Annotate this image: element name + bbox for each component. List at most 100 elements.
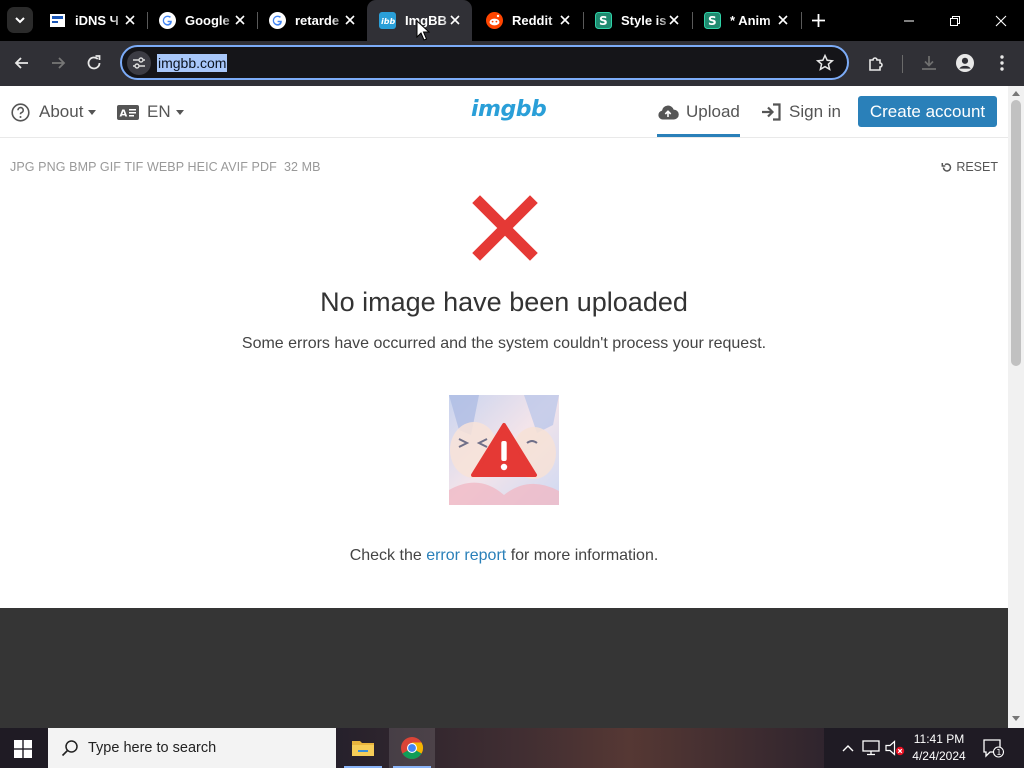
upload-link[interactable]: Upload	[657, 100, 740, 124]
url-text[interactable]: imgbb.com	[157, 54, 228, 72]
svg-text:ibb: ibb	[381, 17, 395, 26]
page-footer	[0, 608, 1008, 728]
tune-icon	[133, 57, 145, 69]
new-tab-plus-icon[interactable]	[810, 12, 827, 29]
svg-text:S: S	[599, 14, 608, 28]
tab-title: retarde	[295, 12, 349, 29]
search-icon	[61, 740, 78, 757]
check-suffix: for more information.	[510, 547, 659, 564]
browser-tab[interactable]: Google	[147, 0, 257, 41]
idns-favicon	[50, 14, 65, 27]
chevron-up-icon	[842, 745, 854, 752]
show-hidden-icons-button[interactable]	[838, 728, 858, 768]
scroll-up-arrow-icon[interactable]	[1012, 91, 1020, 96]
error-message: Some errors have occurred and the system…	[241, 335, 767, 352]
browser-tab[interactable]: iDNS Ч	[37, 0, 147, 41]
scrollbar-thumb[interactable]	[1011, 100, 1021, 366]
imgbb-favicon: ibb	[379, 12, 396, 29]
browser-tab[interactable]: retarde	[257, 0, 367, 41]
mouse-cursor-icon	[416, 20, 430, 41]
supported-formats: JPG PNG BMP GIF TIF WEBP HEIC AVIF PDF 3…	[10, 160, 321, 174]
caret-down-icon	[88, 109, 97, 115]
volume-button[interactable]	[884, 728, 906, 768]
extensions-puzzle-icon[interactable]	[866, 53, 886, 73]
about-label: About	[39, 102, 84, 121]
close-icon[interactable]	[558, 13, 572, 27]
site-info-button[interactable]	[127, 51, 151, 75]
back-arrow-icon[interactable]	[12, 53, 32, 73]
google-favicon	[159, 12, 176, 29]
language-label: EN	[147, 102, 171, 121]
close-icon[interactable]	[343, 13, 357, 27]
browser-tab[interactable]: S Style is	[583, 0, 691, 41]
profile-avatar-icon[interactable]	[955, 53, 975, 73]
bookmark-star-icon[interactable]	[815, 53, 835, 73]
caret-down-icon	[175, 109, 184, 115]
close-icon[interactable]	[667, 13, 681, 27]
network-monitor-icon	[862, 740, 880, 756]
chrome-icon	[401, 737, 423, 759]
error-cross-icon	[472, 195, 538, 261]
scroll-down-arrow-icon[interactable]	[1012, 716, 1020, 721]
browser-tab[interactable]: S * Anim	[692, 0, 800, 41]
minimize-icon	[904, 20, 914, 21]
taskbar-app-chrome[interactable]	[389, 728, 435, 768]
sign-in-icon	[762, 103, 781, 121]
file-explorer-icon	[352, 741, 374, 756]
page-scrollbar[interactable]	[1008, 86, 1024, 728]
close-icon[interactable]	[776, 13, 790, 27]
reset-label: RESET	[956, 160, 998, 174]
search-placeholder: Type here to search	[88, 740, 217, 756]
chevron-down-icon	[15, 17, 25, 24]
restore-button[interactable]	[932, 0, 978, 41]
active-nav-indicator	[657, 134, 740, 137]
close-icon[interactable]	[123, 13, 137, 27]
toolbar-divider	[902, 55, 903, 73]
windows-taskbar: Type here to search 11:41 PM 4/24/2024 1	[0, 728, 1024, 768]
reload-icon[interactable]	[84, 53, 104, 73]
more-menu-icon[interactable]	[992, 53, 1012, 73]
browser-tab[interactable]: Reddit	[474, 0, 582, 41]
download-icon[interactable]	[919, 53, 939, 73]
language-menu[interactable]: A EN	[117, 101, 184, 123]
taskbar-app-file-explorer[interactable]	[340, 728, 386, 768]
notification-center-button[interactable]: 1	[980, 728, 1006, 768]
site-top-nav: About A EN imgbb Upload Sign in Create a…	[0, 86, 1008, 138]
reset-button[interactable]: RESET	[941, 160, 998, 174]
browser-tab-strip: iDNS Ч Google retarde ibb ImgBB Reddit S…	[0, 0, 1024, 41]
close-icon	[995, 15, 1007, 26]
error-title: No image have been uploaded	[320, 287, 688, 317]
reddit-favicon	[486, 12, 503, 29]
close-window-button[interactable]	[978, 0, 1024, 41]
imgbb-logo[interactable]: imgbb	[471, 97, 547, 122]
close-icon[interactable]	[233, 13, 247, 27]
forward-arrow-icon[interactable]	[48, 53, 68, 73]
network-status-button[interactable]	[860, 728, 882, 768]
sign-in-link[interactable]: Sign in	[761, 100, 841, 124]
tab-search-button[interactable]	[7, 7, 33, 33]
windows-start-icon[interactable]	[14, 740, 32, 758]
clock-time: 11:41 PM	[913, 732, 965, 746]
format-list: JPG PNG BMP GIF TIF WEBP HEIC AVIF PDF	[10, 160, 277, 174]
stylus-favicon: S	[595, 12, 612, 29]
svg-text:A: A	[120, 108, 128, 119]
create-account-button[interactable]: Create account	[858, 96, 997, 127]
taskbar-clock[interactable]: 11:41 PM 4/24/2024	[906, 731, 972, 765]
help-circle-icon	[11, 102, 30, 122]
minimize-button[interactable]	[886, 0, 932, 41]
about-menu[interactable]: About	[11, 101, 97, 123]
stylus-favicon: S	[704, 12, 721, 29]
error-report-link[interactable]: error report	[426, 547, 506, 564]
tab-title: Google	[185, 12, 239, 29]
notification-count: 1	[996, 748, 1001, 757]
address-bar[interactable]: imgbb.com	[120, 45, 849, 80]
page-content: About A EN imgbb Upload Sign in Create a…	[0, 86, 1008, 728]
error-report-line: Check the error report for more informat…	[0, 547, 1008, 565]
browser-toolbar: imgbb.com	[0, 41, 1024, 86]
taskbar-search-box[interactable]: Type here to search	[48, 728, 336, 768]
google-favicon	[269, 12, 286, 29]
max-size: 32 MB	[283, 160, 321, 174]
svg-text:S: S	[708, 14, 717, 28]
close-icon[interactable]	[448, 13, 462, 27]
clock-date: 4/24/2024	[912, 749, 966, 763]
